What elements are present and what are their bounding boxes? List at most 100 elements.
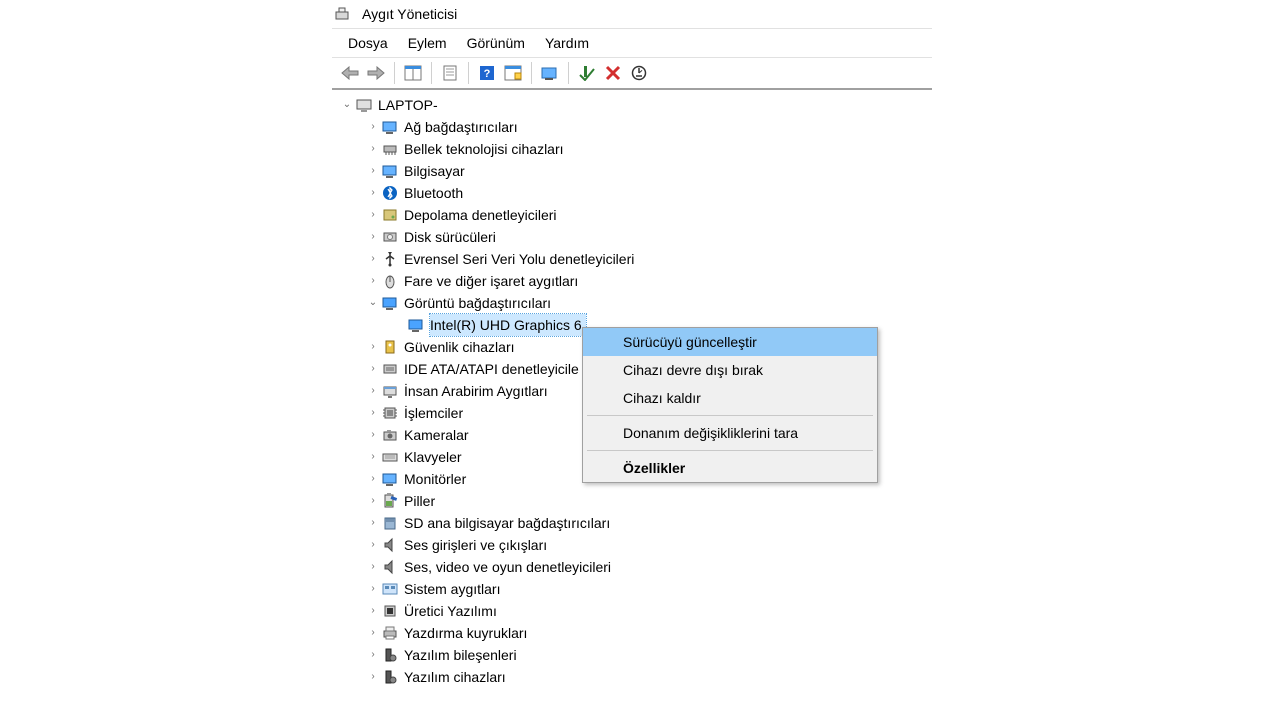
chevron-right-icon[interactable]: › xyxy=(366,428,380,442)
firmware-icon xyxy=(382,603,398,619)
chevron-right-icon[interactable]: › xyxy=(366,472,380,486)
chevron-right-icon[interactable]: › xyxy=(366,384,380,398)
battery-icon xyxy=(382,493,398,509)
update-driver-button[interactable] xyxy=(538,61,562,85)
chevron-right-icon[interactable]: › xyxy=(366,604,380,618)
security-icon xyxy=(382,339,398,355)
menu-file[interactable]: Dosya xyxy=(338,31,398,55)
category-label: Görüntü bağdaştırıcıları xyxy=(404,292,551,314)
menu-help[interactable]: Yardım xyxy=(535,31,599,55)
category-label: İşlemciler xyxy=(404,402,463,424)
computer-icon xyxy=(356,97,372,113)
separator xyxy=(568,62,569,84)
chevron-right-icon[interactable]: › xyxy=(366,560,380,574)
tree-category[interactable]: › Yazılım cihazları xyxy=(334,666,930,688)
chevron-right-icon[interactable]: › xyxy=(366,626,380,640)
hid-icon xyxy=(382,383,398,399)
cm-disable-device[interactable]: Cihazı devre dışı bırak xyxy=(583,356,877,384)
bluetooth-icon xyxy=(382,185,398,201)
menu-view[interactable]: Görünüm xyxy=(457,31,535,55)
tree-category[interactable]: › Evrensel Seri Veri Yolu denetleyicileri xyxy=(334,248,930,270)
separator xyxy=(394,62,395,84)
chevron-right-icon[interactable]: › xyxy=(366,450,380,464)
category-label: Yazdırma kuyrukları xyxy=(404,622,527,644)
tree-category[interactable]: ›Yazılım bileşenleri xyxy=(334,644,930,666)
chevron-right-icon[interactable]: › xyxy=(366,494,380,508)
category-label: Ağ bağdaştırıcıları xyxy=(404,116,518,138)
chevron-right-icon[interactable]: › xyxy=(366,340,380,354)
mouse-icon xyxy=(382,273,398,289)
chevron-right-icon[interactable]: › xyxy=(366,164,380,178)
category-label: Güvenlik cihazları xyxy=(404,336,515,358)
separator xyxy=(431,62,432,84)
cm-properties[interactable]: Özellikler xyxy=(583,454,877,482)
uninstall-button[interactable] xyxy=(601,61,625,85)
memory-icon xyxy=(382,141,398,157)
chevron-right-icon[interactable]: › xyxy=(366,120,380,134)
category-label: Klavyeler xyxy=(404,446,462,468)
disk-icon xyxy=(382,229,398,245)
network-icon xyxy=(382,119,398,135)
category-label: Sistem aygıtları xyxy=(404,578,500,600)
cm-uninstall-device[interactable]: Cihazı kaldır xyxy=(583,384,877,412)
forward-button[interactable] xyxy=(364,61,388,85)
help-button[interactable]: ? xyxy=(475,61,499,85)
tree-category[interactable]: › Bilgisayar xyxy=(334,160,930,182)
chevron-right-icon[interactable]: › xyxy=(366,648,380,662)
chevron-right-icon[interactable]: › xyxy=(366,208,380,222)
tree-category[interactable]: ›Piller xyxy=(334,490,930,512)
tree-category[interactable]: › Üretici Yazılımı xyxy=(334,600,930,622)
tree-category-display-adapters[interactable]: ⌄ Görüntü bağdaştırıcıları xyxy=(334,292,930,314)
chevron-right-icon[interactable]: › xyxy=(366,252,380,266)
category-label: Yazılım cihazları xyxy=(404,666,506,688)
chevron-right-icon[interactable]: › xyxy=(366,538,380,552)
tree-category[interactable]: › Sistem aygıtları xyxy=(334,578,930,600)
toolbar: ? xyxy=(332,58,932,90)
app-icon xyxy=(334,6,350,22)
tree-category[interactable]: ›Fare ve diğer işaret aygıtları xyxy=(334,270,930,292)
root-label: LAPTOP- xyxy=(378,94,438,116)
category-label: Depolama denetleyicileri xyxy=(404,204,557,226)
enable-button[interactable] xyxy=(575,61,599,85)
category-label: Üretici Yazılımı xyxy=(404,600,497,622)
category-label: Bilgisayar xyxy=(404,160,465,182)
cm-update-driver[interactable]: Sürücüyü güncelleştir xyxy=(583,328,877,356)
chevron-down-icon[interactable]: ⌄ xyxy=(340,98,354,112)
chevron-right-icon[interactable]: › xyxy=(366,142,380,156)
tree-category[interactable]: ›Disk sürücüleri xyxy=(334,226,930,248)
tree-root[interactable]: ⌄ LAPTOP- xyxy=(334,94,930,116)
tree-category[interactable]: › Ağ bağdaştırıcıları xyxy=(334,116,930,138)
chevron-right-icon[interactable]: › xyxy=(366,230,380,244)
tree-category[interactable]: › Yazdırma kuyrukları xyxy=(334,622,930,644)
properties-button[interactable] xyxy=(438,61,462,85)
category-label: Bluetooth xyxy=(404,182,463,204)
cm-scan-hardware[interactable]: Donanım değişikliklerini tara xyxy=(583,419,877,447)
tree-category[interactable]: › Ses girişleri ve çıkışları xyxy=(334,534,930,556)
tree-category[interactable]: ›Ses, video ve oyun denetleyicileri xyxy=(334,556,930,578)
chevron-right-icon[interactable]: › xyxy=(366,274,380,288)
disable-button[interactable] xyxy=(627,61,651,85)
chevron-right-icon[interactable]: › xyxy=(366,670,380,684)
tree-category[interactable]: › Bluetooth xyxy=(334,182,930,204)
back-button[interactable] xyxy=(338,61,362,85)
context-menu: Sürücüyü güncelleştir Cihazı devre dışı … xyxy=(582,327,878,483)
category-label: Bellek teknolojisi cihazları xyxy=(404,138,564,160)
chevron-right-icon[interactable]: › xyxy=(366,362,380,376)
chevron-right-icon[interactable]: › xyxy=(366,516,380,530)
category-label: Evrensel Seri Veri Yolu denetleyicileri xyxy=(404,248,634,270)
show-hide-tree-button[interactable] xyxy=(401,61,425,85)
chevron-right-icon[interactable]: › xyxy=(366,582,380,596)
tree-category[interactable]: › SD ana bilgisayar bağdaştırıcıları xyxy=(334,512,930,534)
menu-action[interactable]: Eylem xyxy=(398,31,457,55)
category-label: IDE ATA/ATAPI denetleyicile xyxy=(404,358,579,380)
chevron-right-icon[interactable]: › xyxy=(366,186,380,200)
usb-icon xyxy=(382,251,398,267)
chevron-down-icon[interactable]: ⌄ xyxy=(366,296,380,310)
category-label: Ses girişleri ve çıkışları xyxy=(404,534,547,556)
system-icon xyxy=(382,581,398,597)
tree-category[interactable]: › Depolama denetleyicileri xyxy=(334,204,930,226)
scan-button[interactable] xyxy=(501,61,525,85)
tree-category[interactable]: › Bellek teknolojisi cihazları xyxy=(334,138,930,160)
category-label: SD ana bilgisayar bağdaştırıcıları xyxy=(404,512,610,534)
chevron-right-icon[interactable]: › xyxy=(366,406,380,420)
